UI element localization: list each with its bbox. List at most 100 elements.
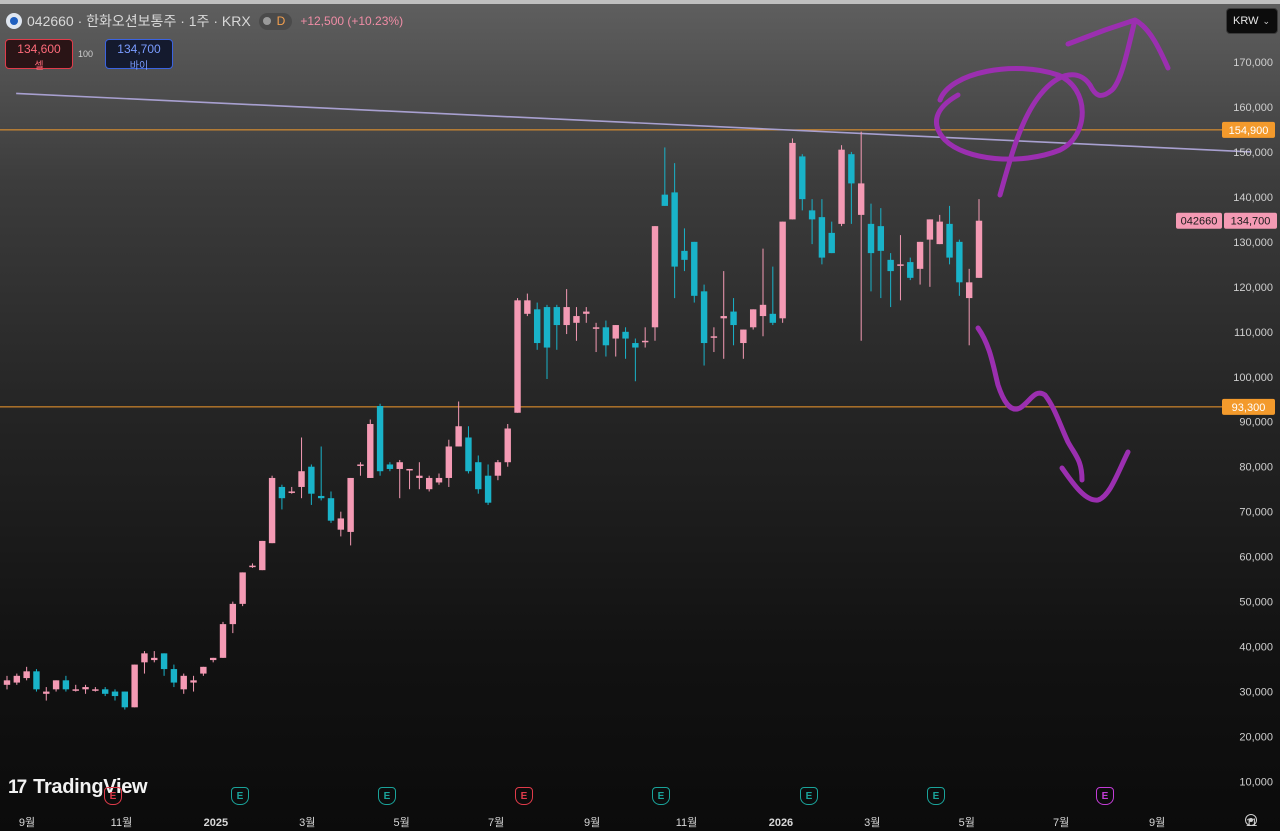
- earnings-marker[interactable]: E: [231, 787, 249, 805]
- currency-selector[interactable]: KRW ⌄: [1226, 8, 1278, 34]
- y-axis-tick-label: 170,000: [1233, 57, 1273, 69]
- candle-body: [494, 462, 502, 476]
- earnings-marker[interactable]: E: [1096, 787, 1114, 805]
- candle-body: [651, 226, 659, 328]
- candle-body: [975, 220, 983, 278]
- candle-body: [514, 300, 521, 413]
- candle-body: [308, 466, 315, 494]
- resolution-badge: D: [276, 14, 286, 28]
- candle-body: [200, 666, 207, 674]
- candle-body: [926, 219, 934, 240]
- price-change: +12,500 (+10.23%): [300, 14, 404, 28]
- candle-body: [484, 475, 492, 503]
- candle-body: [612, 325, 619, 339]
- earnings-marker[interactable]: E: [515, 787, 533, 805]
- price-chart[interactable]: 154,900 93,300 10,000 20,000 30,000 40,000 50…: [0, 0, 1280, 831]
- candle-body: [700, 291, 708, 344]
- candle-body: [435, 477, 443, 483]
- x-axis-tick-label: 5월: [394, 816, 410, 829]
- sell-button[interactable]: 134,600 셀: [5, 39, 73, 72]
- candle-body: [504, 428, 511, 463]
- candle-body: [23, 671, 30, 679]
- candle-body: [249, 565, 256, 568]
- candle-body: [838, 149, 845, 224]
- symbol-logo-icon[interactable]: [6, 13, 22, 29]
- candle-body: [965, 282, 973, 299]
- candle-body: [3, 680, 11, 685]
- candle-body: [740, 329, 747, 344]
- candle-body: [583, 311, 590, 314]
- candle-body: [877, 226, 885, 251]
- earnings-marker-label: E: [109, 790, 117, 802]
- earnings-marker[interactable]: E: [927, 787, 945, 805]
- candle-body: [337, 518, 345, 530]
- candle-body: [72, 689, 79, 691]
- candle-body: [749, 309, 757, 328]
- candle-body: [691, 241, 698, 296]
- candle-body: [170, 669, 178, 683]
- candle-body: [347, 477, 354, 532]
- x-axis-tick-label: 3월: [299, 816, 315, 829]
- resolution-pill[interactable]: D: [258, 12, 293, 30]
- candle-body: [376, 406, 384, 472]
- x-axis-tick-label: 3월: [864, 816, 880, 829]
- y-axis-tick-label: 70,000: [1239, 507, 1273, 519]
- settings-gear-icon[interactable]: [1245, 814, 1257, 826]
- candle-body: [602, 327, 610, 346]
- x-axis-tick-label: 9월: [1149, 816, 1165, 829]
- candle-body: [101, 689, 109, 694]
- x-axis-tick-label: 2026: [769, 817, 793, 829]
- earnings-marker[interactable]: E: [104, 787, 122, 805]
- x-axis-tick-label: 7월: [1053, 816, 1069, 829]
- currency-label: KRW: [1233, 15, 1259, 27]
- buy-label: 바이: [129, 61, 149, 72]
- y-axis-tick-label: 110,000: [1234, 327, 1273, 339]
- candle-body: [52, 680, 60, 690]
- last-price-label: 134,700: [1231, 216, 1271, 228]
- buy-button[interactable]: 134,700 바이: [105, 39, 173, 72]
- candle-body: [455, 426, 462, 447]
- y-axis-tick-label: 120,000: [1233, 282, 1273, 294]
- candle-body: [632, 343, 639, 348]
- candle-body: [543, 307, 551, 348]
- y-axis-tick-label: 140,000: [1233, 192, 1273, 204]
- earnings-marker[interactable]: E: [800, 787, 818, 805]
- y-axis-tick-label: 100,000: [1233, 372, 1273, 384]
- candle-body: [209, 657, 217, 661]
- candle-body: [769, 313, 777, 323]
- candle-body: [907, 262, 914, 278]
- y-axis-tick-label: 10,000: [1239, 777, 1273, 789]
- candle-body: [720, 316, 727, 319]
- candle-body: [730, 311, 737, 326]
- candle-body: [524, 300, 531, 314]
- candle-body: [219, 624, 227, 658]
- earnings-marker[interactable]: E: [652, 787, 670, 805]
- symbol-title[interactable]: 042660 · 한화오션보통주 · 1주 · KRX: [27, 11, 251, 31]
- tradingview-logo[interactable]: 17 TradingView: [8, 776, 148, 799]
- candle-body: [789, 142, 796, 220]
- earnings-marker-label: E: [520, 790, 528, 802]
- candle-body: [33, 671, 40, 690]
- candle-body: [180, 675, 187, 690]
- candle-body: [592, 327, 600, 329]
- candle-body: [151, 657, 158, 661]
- candle-body: [445, 446, 453, 478]
- candle-body: [62, 680, 70, 690]
- y-axis-tick-label: 40,000: [1239, 642, 1273, 654]
- chart-header: 042660 · 한화오션보통주 · 1주 · KRX D +12,500 (+…: [6, 12, 403, 30]
- candle-body: [799, 156, 806, 200]
- candle-body: [946, 223, 953, 258]
- earnings-marker-label: E: [236, 790, 244, 802]
- y-axis-tick-label: 90,000: [1239, 417, 1273, 429]
- y-axis-tick-label: 60,000: [1239, 552, 1273, 564]
- horizontal-line-price-label: 93,300: [1232, 402, 1266, 414]
- candle-body: [259, 540, 266, 571]
- earnings-marker-label: E: [1101, 790, 1109, 802]
- buy-price: 134,700: [117, 42, 161, 56]
- x-axis-tick-label: 9월: [19, 816, 35, 829]
- x-axis-tick-label: 11월: [111, 816, 133, 829]
- candle-body: [475, 462, 482, 490]
- earnings-marker-label: E: [657, 790, 665, 802]
- candle-body: [956, 241, 963, 283]
- earnings-marker[interactable]: E: [378, 787, 396, 805]
